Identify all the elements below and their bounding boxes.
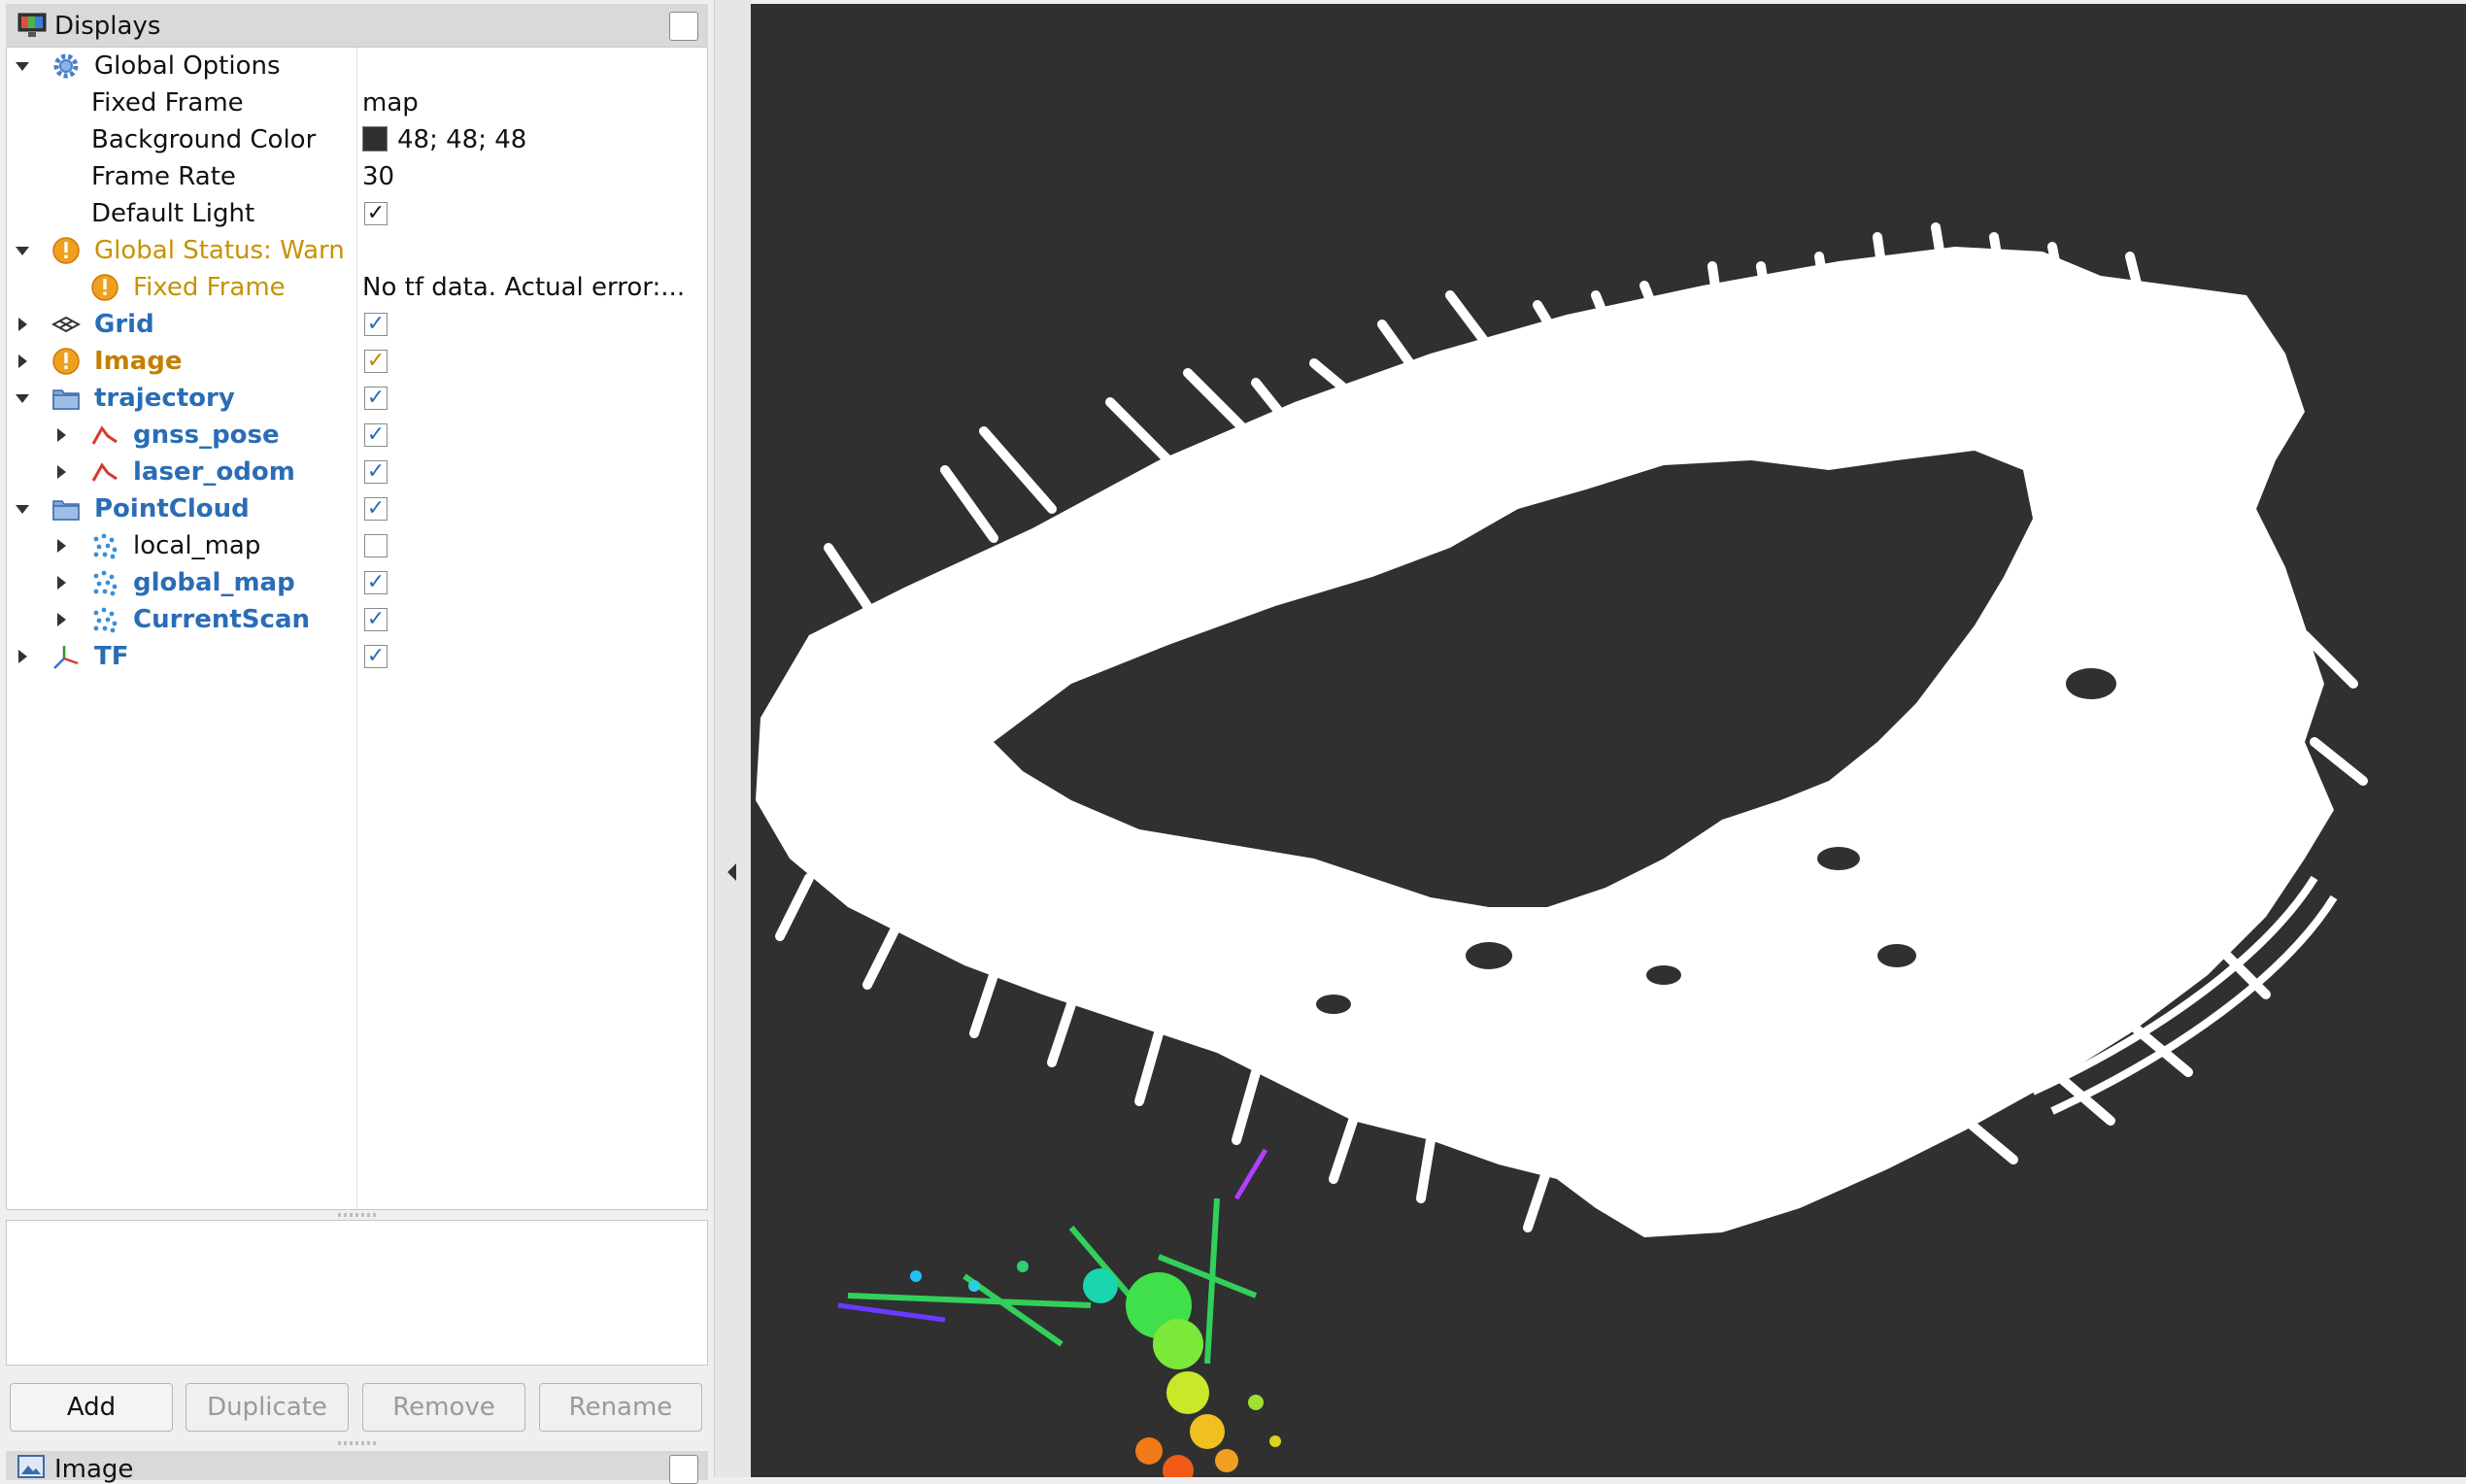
tf-checkbox[interactable]: ✓	[364, 645, 388, 668]
remove-button[interactable]: Remove	[362, 1383, 525, 1432]
collapse-arrow-icon[interactable]	[13, 388, 32, 408]
displays-panel-header: Displays	[6, 4, 708, 50]
laser-odom-checkbox[interactable]: ✓	[364, 460, 388, 484]
global-map-checkbox[interactable]: ✓	[364, 571, 388, 594]
monitor-icon	[17, 13, 47, 37]
status-fixed-frame-label: Fixed Frame	[133, 273, 286, 302]
warning-icon	[52, 348, 80, 375]
folder-icon	[52, 389, 80, 410]
panel-splitter[interactable]	[714, 0, 752, 1477]
tree-row-status-fixed-frame[interactable]: Fixed Frame No tf data. Actual error:...	[7, 269, 707, 306]
point-cloud-map[interactable]	[751, 4, 2466, 1477]
collapse-arrow-icon[interactable]	[13, 499, 32, 519]
background-color-value[interactable]: 48; 48; 48	[362, 125, 526, 154]
resize-grip[interactable]	[338, 1441, 377, 1445]
tree-row-pointcloud[interactable]: PointCloud ✓	[7, 490, 707, 527]
tree-row-global-options[interactable]: Global Options	[7, 48, 707, 84]
folder-icon	[52, 500, 80, 521]
axes-icon	[53, 646, 79, 669]
current-scan-cloud	[837, 1148, 1281, 1477]
path-icon	[91, 425, 118, 445]
expand-arrow-icon[interactable]	[51, 610, 71, 629]
trajectory-checkbox[interactable]: ✓	[364, 387, 388, 410]
property-description-box	[6, 1220, 708, 1366]
tree-row-local-map[interactable]: local_map	[7, 527, 707, 564]
tree-row-fixed-frame[interactable]: Fixed Frame map	[7, 84, 707, 121]
panel-title: Displays	[54, 12, 161, 41]
tree-row-gnss-pose[interactable]: gnss_pose ✓	[7, 417, 707, 454]
pointcloud-checkbox[interactable]: ✓	[364, 497, 388, 521]
tree-row-trajectory[interactable]: trajectory ✓	[7, 380, 707, 417]
image-icon	[17, 1455, 45, 1478]
tree-row-frame-rate[interactable]: Frame Rate 30	[7, 158, 707, 195]
tree-row-grid[interactable]: Grid ✓	[7, 306, 707, 343]
frame-rate-value[interactable]: 30	[362, 162, 394, 191]
tree-row-global-map[interactable]: global_map ✓	[7, 564, 707, 601]
collapse-arrow-icon[interactable]	[13, 56, 32, 76]
grid-label: Grid	[94, 310, 154, 339]
grid-icon	[51, 316, 81, 333]
expand-arrow-icon[interactable]	[51, 536, 71, 556]
expand-arrow-icon[interactable]	[13, 647, 32, 666]
current-scan-checkbox[interactable]: ✓	[364, 608, 388, 631]
default-light-checkbox[interactable]: ✓	[364, 202, 388, 225]
rename-button[interactable]: Rename	[539, 1383, 702, 1432]
tf-label: TF	[94, 642, 129, 671]
pointcloud-icon	[93, 570, 118, 596]
undock-button[interactable]	[669, 12, 698, 41]
tree-row-default-light[interactable]: Default Light ✓	[7, 195, 707, 232]
warning-icon	[52, 237, 80, 264]
image-checkbox[interactable]: ✓	[364, 350, 388, 373]
expand-arrow-icon[interactable]	[51, 573, 71, 592]
status-fixed-frame-message: No tf data. Actual error:...	[362, 273, 686, 302]
background-color-label: Background Color	[91, 125, 317, 154]
pointcloud-icon	[93, 607, 118, 633]
grid-checkbox[interactable]: ✓	[364, 313, 388, 336]
tree-row-global-status[interactable]: Global Status: Warn	[7, 232, 707, 269]
background-color-text: 48; 48; 48	[397, 125, 527, 154]
resize-grip[interactable]	[338, 1213, 377, 1217]
3d-viewport[interactable]	[751, 4, 2466, 1477]
add-button[interactable]: Add	[10, 1383, 173, 1432]
displays-panel: Displays Global Options Fixed Frame map …	[0, 0, 714, 1484]
undock-button[interactable]	[669, 1455, 698, 1484]
tree-row-tf[interactable]: TF ✓	[7, 638, 707, 675]
pointcloud-label: PointCloud	[94, 494, 250, 523]
global-options-label: Global Options	[94, 51, 281, 81]
expand-arrow-icon[interactable]	[51, 462, 71, 482]
tree-row-image[interactable]: Image ✓	[7, 343, 707, 380]
trajectory-label: trajectory	[94, 384, 235, 413]
color-swatch[interactable]	[362, 126, 388, 152]
duplicate-button[interactable]: Duplicate	[186, 1383, 349, 1432]
warning-icon	[91, 274, 118, 301]
default-light-label: Default Light	[91, 199, 255, 228]
fixed-frame-label: Fixed Frame	[91, 88, 244, 118]
local-map-checkbox[interactable]	[364, 534, 388, 557]
tree-row-current-scan[interactable]: CurrentScan ✓	[7, 601, 707, 638]
local-map-label: local_map	[133, 531, 261, 560]
collapse-arrow-icon[interactable]	[13, 241, 32, 260]
global-status-label: Global Status: Warn	[94, 236, 345, 265]
tree-row-laser-odom[interactable]: laser_odom ✓	[7, 454, 707, 490]
fixed-frame-value[interactable]: map	[362, 88, 419, 118]
frame-rate-label: Frame Rate	[91, 162, 236, 191]
gnss-pose-checkbox[interactable]: ✓	[364, 423, 388, 447]
collapse-panel-arrow-icon[interactable]	[725, 860, 740, 884]
display-tree[interactable]: Global Options Fixed Frame map Backgroun…	[6, 47, 708, 1210]
path-icon	[91, 462, 118, 482]
current-scan-label: CurrentScan	[133, 605, 310, 634]
expand-arrow-icon[interactable]	[51, 425, 71, 445]
gear-icon	[53, 53, 79, 79]
expand-arrow-icon[interactable]	[13, 315, 32, 334]
tree-row-background-color[interactable]: Background Color 48; 48; 48	[7, 121, 707, 158]
expand-arrow-icon[interactable]	[13, 352, 32, 371]
gnss-pose-label: gnss_pose	[133, 421, 280, 450]
laser-odom-label: laser_odom	[133, 457, 295, 487]
pointcloud-icon	[93, 533, 118, 559]
image-label: Image	[94, 347, 183, 376]
image-panel-title: Image	[54, 1455, 134, 1484]
image-panel-header: Image	[6, 1451, 708, 1484]
global-map-label: global_map	[133, 568, 295, 597]
